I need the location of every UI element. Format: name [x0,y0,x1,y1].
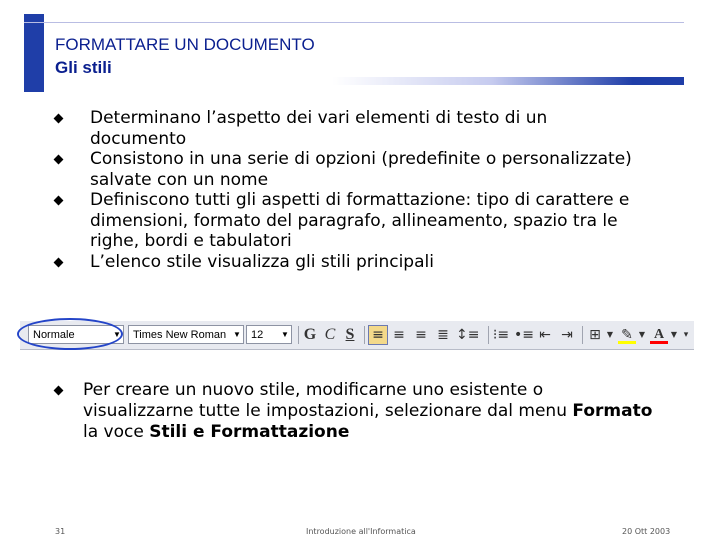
toolbar-separator [582,326,583,344]
header-rule [24,22,684,23]
bullet-text: Per creare un nuovo stile, modificarne u… [83,380,573,421]
align-center-icon[interactable]: ≡ [390,325,408,345]
bullet-item: Definiscono tutti gli aspetti di formatt… [53,190,635,252]
size-select-value: 12 [251,329,264,341]
chevron-down-icon[interactable]: ▼ [638,325,646,345]
font-color-icon[interactable]: A [650,325,668,344]
bullet-text: Determinano l’aspetto dei vari elementi … [90,108,548,149]
title-accent-bar [24,14,44,92]
header-gradient-bar [44,77,684,85]
chevron-down-icon[interactable]: ▼ [231,326,243,343]
align-right-icon[interactable]: ≡ [412,325,430,345]
borders-icon[interactable]: ⊞ [586,325,604,345]
bullet-item: Determinano l’aspetto dei vari elementi … [53,108,635,149]
bullet-text: L’elenco stile visualizza gli stili prin… [90,251,434,272]
diamond-bullet-icon [53,195,64,206]
size-select[interactable]: 12 ▼ [246,325,292,344]
chevron-down-icon[interactable]: ▼ [279,326,291,343]
toolbar-separator [364,326,365,344]
justify-icon[interactable]: ≣ [434,325,452,345]
italic-button[interactable]: C [322,325,338,345]
bullet-text: Consistono in una serie di opzioni (pred… [90,149,632,190]
align-left-icon[interactable]: ≡ [368,325,388,345]
bullet-item: Consistono in una serie di opzioni (pred… [53,149,635,190]
style-select-highlight [17,318,123,350]
menu-name: Formato [572,401,653,421]
diamond-bullet-icon [53,257,64,267]
bullet-item: Per creare un nuovo stile, modificarne u… [53,380,655,443]
slide-title: FORMATTARE UN DOCUMENTO [55,35,315,54]
toolbar-options-icon[interactable]: ▾ [680,325,692,345]
bullet-list-2: Per creare un nuovo stile, modificarne u… [53,380,655,443]
menu-item-name: Stili e Formattazione [149,422,350,442]
diamond-bullet-icon [53,154,64,165]
diamond-bullet-icon [53,113,64,124]
bullet-text: la voce [83,422,150,442]
font-select[interactable]: Times New Roman ▼ [128,325,244,344]
diamond-bullet-icon [53,385,64,396]
footer-course: Introduzione all'Informatica [306,527,416,536]
footer-date: 20 Ott 2003 [622,527,671,536]
numbered-list-icon[interactable]: ⁝≡ [492,325,510,345]
bullet-text: Definiscono tutti gli aspetti di formatt… [90,190,630,251]
slide-subtitle: Gli stili [55,58,112,77]
decrease-indent-icon[interactable]: ⇤ [536,325,554,345]
toolbar-separator [298,326,299,344]
font-select-value: Times New Roman [133,329,227,341]
chevron-down-icon[interactable]: ▼ [670,325,678,345]
chevron-down-icon[interactable]: ▼ [606,325,614,345]
toolbar-separator [488,326,489,344]
highlight-icon[interactable]: ✎ [618,325,636,344]
page-number: 31 [55,527,66,536]
bold-button[interactable]: G [302,325,318,345]
increase-indent-icon[interactable]: ⇥ [558,325,576,345]
line-spacing-icon[interactable]: ↕≡ [456,325,479,345]
bullet-list: Determinano l’aspetto dei vari elementi … [53,108,635,273]
bulleted-list-icon[interactable]: •≡ [514,325,534,345]
underline-button[interactable]: S [342,325,358,345]
bullet-item: L’elenco stile visualizza gli stili prin… [53,251,635,273]
